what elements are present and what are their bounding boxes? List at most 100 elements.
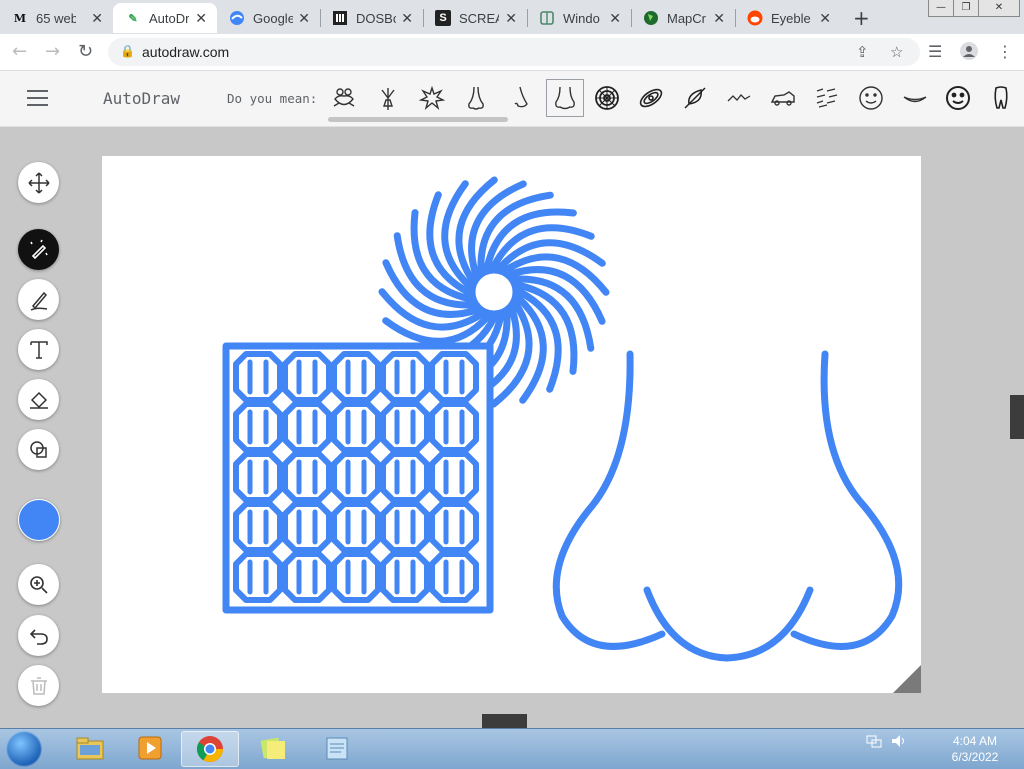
back-icon[interactable]: ← xyxy=(12,41,27,62)
tab-autodraw[interactable]: ✎ AutoDr ✕ xyxy=(113,3,217,33)
trash-icon xyxy=(30,676,47,695)
lips-doodle-icon[interactable] xyxy=(897,80,933,116)
globe-icon xyxy=(643,10,659,26)
tab-title: DOSBo xyxy=(356,10,396,26)
url-text: autodraw.com xyxy=(142,44,230,60)
color-picker-button[interactable] xyxy=(18,499,60,541)
work-area xyxy=(0,127,1024,728)
explorer-icon[interactable] xyxy=(62,731,118,765)
suggestion-prompt: Do you mean: xyxy=(227,91,318,106)
tab-title: 65 web xyxy=(36,10,76,26)
lock-icon: 🔒 xyxy=(120,44,135,58)
museum-icon xyxy=(332,10,348,26)
zoom-icon xyxy=(29,575,48,594)
sun-center xyxy=(468,266,520,318)
notepad-icon[interactable] xyxy=(308,731,364,765)
app-header: AutoDraw Do you mean: xyxy=(0,71,1024,127)
tab-google[interactable]: Google ✕ xyxy=(217,3,320,33)
nose-side-doodle-icon[interactable] xyxy=(502,80,538,116)
tooth-doodle-icon[interactable] xyxy=(983,80,1019,116)
splat-doodle-icon[interactable] xyxy=(414,80,450,116)
nose-right-contour xyxy=(790,350,903,650)
reload-icon[interactable]: ↻ xyxy=(78,41,93,62)
clock-date: 6/3/2022 xyxy=(951,750,999,764)
browser-toolbar: ← → ↻ 🔒 autodraw.com ⇪ ☆ ☰ ⋮ xyxy=(0,34,1024,71)
suggestion-scrollbar[interactable] xyxy=(328,117,508,122)
tab-title: MapCr xyxy=(667,10,707,26)
close-icon[interactable]: ✕ xyxy=(401,10,413,27)
m-logo-icon: M xyxy=(13,11,27,25)
pattern-doodle-icon[interactable] xyxy=(809,80,845,116)
text-tool-button[interactable] xyxy=(18,329,59,370)
plant-doodle-icon[interactable] xyxy=(370,80,406,116)
share-icon[interactable]: ⇪ xyxy=(856,43,869,61)
feather-doodle-icon[interactable] xyxy=(677,80,713,116)
tab-eyebleach[interactable]: Eyeble ✕ xyxy=(735,3,841,33)
mountains-doodle-icon[interactable] xyxy=(721,80,757,116)
address-bar[interactable]: 🔒 autodraw.com ⇪ ☆ xyxy=(108,38,920,66)
tab-title: AutoDr xyxy=(149,10,189,26)
car-doodle-icon[interactable] xyxy=(765,80,801,116)
app-title: AutoDraw xyxy=(103,89,181,108)
frog-doodle-icon[interactable] xyxy=(326,80,362,116)
new-tab-button[interactable]: + xyxy=(853,6,870,30)
close-icon[interactable]: ✕ xyxy=(713,10,725,27)
nose-front-doodle-icon[interactable] xyxy=(546,79,584,117)
minimize-button[interactable]: — xyxy=(928,0,954,17)
drawing-layer xyxy=(222,176,903,662)
undo-button[interactable] xyxy=(18,615,59,656)
maximize-button[interactable]: ❐ xyxy=(953,0,979,17)
tab-65-web[interactable]: M 65 web ✕ xyxy=(0,3,113,33)
chrome-icon[interactable] xyxy=(181,731,239,767)
move-tool-button[interactable] xyxy=(18,162,59,203)
autodraw-pen-icon: ✎ xyxy=(128,12,138,25)
tab-scream[interactable]: S SCREA ✕ xyxy=(423,3,527,33)
nose-bottom xyxy=(643,586,814,662)
autodraw-tool-button[interactable] xyxy=(18,229,59,270)
tab-mapcrunch[interactable]: MapCr ✕ xyxy=(631,3,735,33)
close-icon[interactable]: ✕ xyxy=(609,10,621,27)
windows-taskbar: 4:04 AM 6/3/2022 xyxy=(0,728,1024,769)
close-icon[interactable]: ✕ xyxy=(91,10,103,27)
close-icon[interactable]: ✕ xyxy=(298,10,310,27)
zoom-button[interactable] xyxy=(18,564,59,605)
smiley-face-doodle-icon[interactable] xyxy=(853,80,889,116)
window-icon xyxy=(539,10,555,26)
s-logo-icon: S xyxy=(435,10,451,26)
canvas-resize-handle[interactable] xyxy=(893,665,921,693)
close-icon[interactable]: ✕ xyxy=(505,10,517,27)
tab-windows[interactable]: Windo ✕ xyxy=(527,3,631,33)
hamburger-menu-icon[interactable] xyxy=(27,90,48,106)
close-window-button[interactable]: ✕ xyxy=(978,0,1020,17)
horizontal-scrollbar-thumb[interactable] xyxy=(482,714,527,728)
media-player-icon[interactable] xyxy=(122,731,178,765)
drawing-canvas[interactable] xyxy=(102,156,921,693)
smiley-face-outline-doodle-icon[interactable] xyxy=(940,80,976,116)
nose-doodle-icon[interactable] xyxy=(458,80,494,116)
draw-icon xyxy=(30,291,47,311)
fill-tool-button[interactable] xyxy=(18,379,59,420)
system-clock[interactable]: 4:04 AM 6/3/2022 xyxy=(940,733,1010,765)
network-icon[interactable] xyxy=(866,733,882,753)
close-icon[interactable]: ✕ xyxy=(819,10,831,27)
profile-icon[interactable] xyxy=(960,42,978,64)
reddit-icon xyxy=(747,10,763,26)
menu-kebab-icon[interactable]: ⋮ xyxy=(997,42,1013,61)
tab-title: Windo xyxy=(563,10,600,26)
delete-button[interactable] xyxy=(18,665,59,706)
draw-tool-button[interactable] xyxy=(18,279,59,320)
start-button[interactable] xyxy=(6,731,42,767)
sticky-notes-icon[interactable] xyxy=(245,731,301,765)
forward-icon[interactable]: → xyxy=(45,41,60,62)
shape-tool-button[interactable] xyxy=(18,429,59,470)
galaxy-doodle-icon[interactable] xyxy=(633,80,669,116)
page-scrollbar-thumb[interactable] xyxy=(1010,395,1024,439)
volume-icon[interactable] xyxy=(890,733,908,753)
undo-icon xyxy=(29,628,48,645)
reading-list-icon[interactable]: ☰ xyxy=(928,42,942,61)
close-icon[interactable]: ✕ xyxy=(195,10,207,27)
bookmark-star-icon[interactable]: ☆ xyxy=(890,43,903,61)
tab-dosbox[interactable]: DOSBo ✕ xyxy=(320,3,423,33)
spiral-sun-doodle-icon[interactable] xyxy=(589,80,625,116)
tab-strip: M 65 web ✕ ✎ AutoDr ✕ Google ✕ DOSBo ✕ S… xyxy=(0,0,1024,34)
